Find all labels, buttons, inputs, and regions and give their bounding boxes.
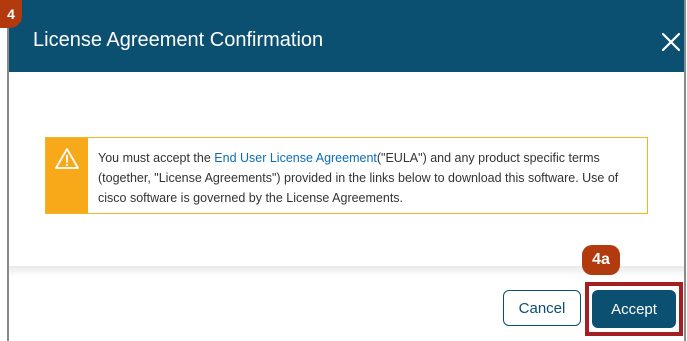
notice-text-start: You must accept the	[98, 151, 215, 165]
sub-step-badge: 4a	[582, 245, 620, 275]
notice-accent-bar	[46, 138, 88, 213]
cancel-button[interactable]: Cancel	[503, 290, 581, 326]
dialog-right-border	[684, 0, 686, 341]
dialog-title: License Agreement Confirmation	[33, 29, 324, 51]
notice-text: You must accept the End User License Agr…	[98, 148, 638, 208]
accept-button[interactable]: Accept	[592, 290, 676, 328]
close-icon[interactable]	[659, 30, 683, 54]
eula-link[interactable]: End User License Agreement	[214, 151, 377, 165]
license-dialog-screenshot: License Agreement Confirmation 4 You mus…	[0, 0, 687, 341]
eula-notice: You must accept the End User License Agr…	[45, 137, 648, 214]
warning-icon	[54, 147, 80, 171]
step-badge: 4	[0, 0, 22, 28]
dialog-header: License Agreement Confirmation	[9, 0, 684, 72]
